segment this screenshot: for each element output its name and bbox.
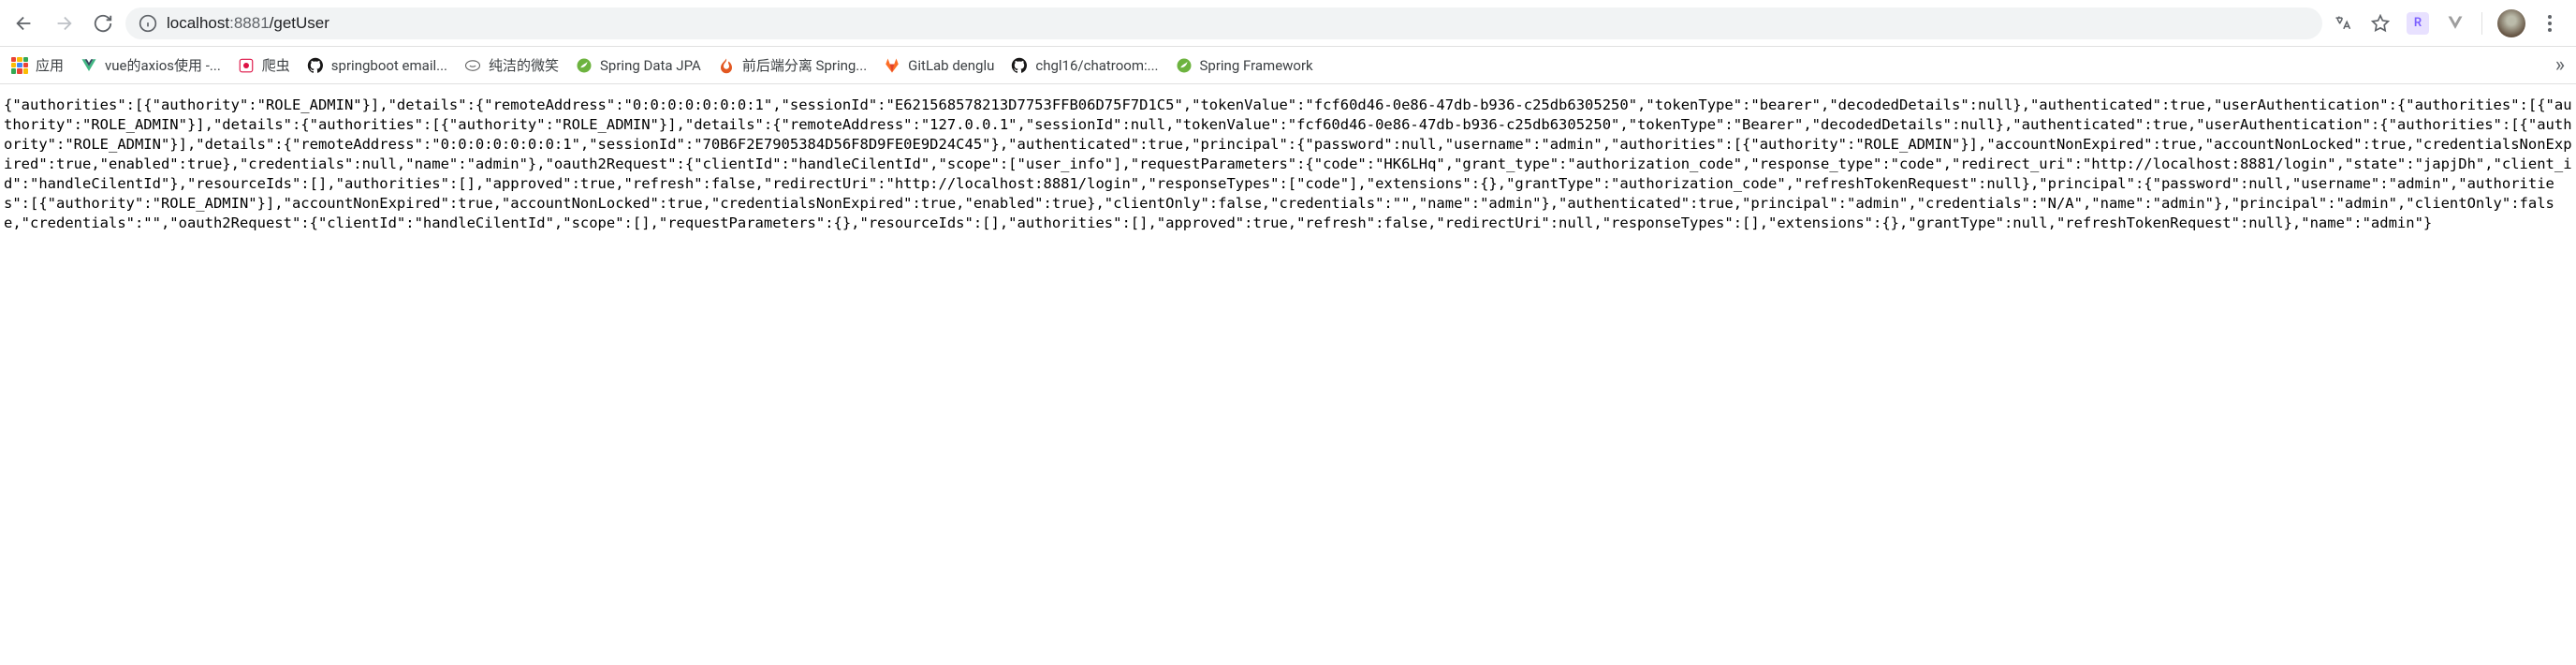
- forward-button[interactable]: [51, 10, 77, 37]
- divider-icon: [2481, 12, 2482, 35]
- smile-icon: [464, 57, 481, 74]
- site-info-icon[interactable]: [139, 14, 157, 33]
- bookmarks-bar: 应用 vue的axios使用 -... 爬虫 springboot email.…: [0, 47, 2576, 84]
- menu-button[interactable]: [2540, 15, 2559, 32]
- bookmark-label: vue的axios使用 -...: [105, 55, 221, 75]
- back-button[interactable]: [11, 10, 37, 37]
- bookmark-label: Spring Framework: [1200, 57, 1313, 74]
- apps-button[interactable]: 应用: [11, 55, 64, 75]
- bookmark-label: 前后端分离 Spring...: [742, 55, 867, 75]
- profile-avatar[interactable]: [2497, 9, 2525, 37]
- spring-icon: [576, 57, 593, 74]
- url-text: localhost:8881/getUser: [167, 14, 329, 33]
- nav-group: [11, 10, 116, 37]
- translate-icon[interactable]: [2332, 12, 2354, 35]
- bookmark-gitlab[interactable]: GitLab denglu: [884, 57, 994, 74]
- bookmark-overflow[interactable]: »: [2555, 53, 2565, 77]
- bookmark-spring-framework[interactable]: Spring Framework: [1176, 57, 1313, 74]
- toolbar-right: R: [2332, 9, 2565, 37]
- address-bar[interactable]: localhost:8881/getUser: [125, 7, 2322, 39]
- browser-toolbar: localhost:8881/getUser R: [0, 0, 2576, 47]
- extension-r-icon[interactable]: R: [2407, 12, 2429, 35]
- bookmark-spring-jpa[interactable]: Spring Data JPA: [576, 57, 701, 74]
- url-path: /getUser: [270, 14, 329, 32]
- response-body: {"authorities":[{"authority":"ROLE_ADMIN…: [0, 84, 2576, 244]
- reload-button[interactable]: [90, 10, 116, 37]
- url-host: localhost: [167, 14, 229, 32]
- spring-icon: [1176, 57, 1193, 74]
- apps-label: 应用: [36, 55, 64, 75]
- bookmark-chatroom[interactable]: chgl16/chatroom:...: [1011, 57, 1158, 74]
- flame-icon: [718, 57, 735, 74]
- github-icon: [1011, 57, 1028, 74]
- bookmark-label: chgl16/chatroom:...: [1035, 57, 1158, 74]
- bookmark-label: springboot email...: [331, 57, 447, 74]
- bookmark-label: 爬虫: [262, 55, 290, 75]
- bookmark-vue[interactable]: vue的axios使用 -...: [80, 55, 221, 75]
- url-port: :8881: [229, 14, 270, 32]
- star-icon[interactable]: [2369, 12, 2392, 35]
- bookmark-qianhou[interactable]: 前后端分离 Spring...: [718, 55, 867, 75]
- bookmark-label: 纯洁的微笑: [489, 55, 559, 75]
- bookmark-springboot-email[interactable]: springboot email...: [307, 57, 447, 74]
- extension-v-icon[interactable]: [2444, 12, 2466, 35]
- gitlab-icon: [884, 57, 900, 74]
- bookmark-label: Spring Data JPA: [600, 57, 701, 74]
- vue-icon: [80, 57, 97, 74]
- bookmark-chunjie[interactable]: 纯洁的微笑: [464, 55, 559, 75]
- apps-grid-icon: [11, 57, 28, 74]
- bookmark-label: GitLab denglu: [908, 57, 994, 74]
- bookmark-pachong[interactable]: 爬虫: [238, 55, 290, 75]
- crab-icon: [238, 57, 255, 74]
- github-icon: [307, 57, 324, 74]
